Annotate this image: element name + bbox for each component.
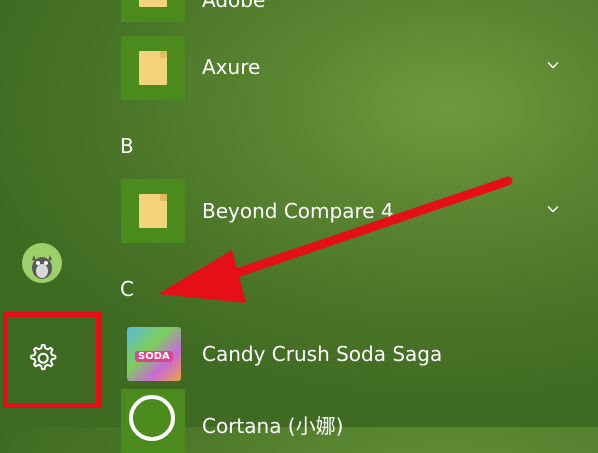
red-arrow-annotation [158,176,513,303]
